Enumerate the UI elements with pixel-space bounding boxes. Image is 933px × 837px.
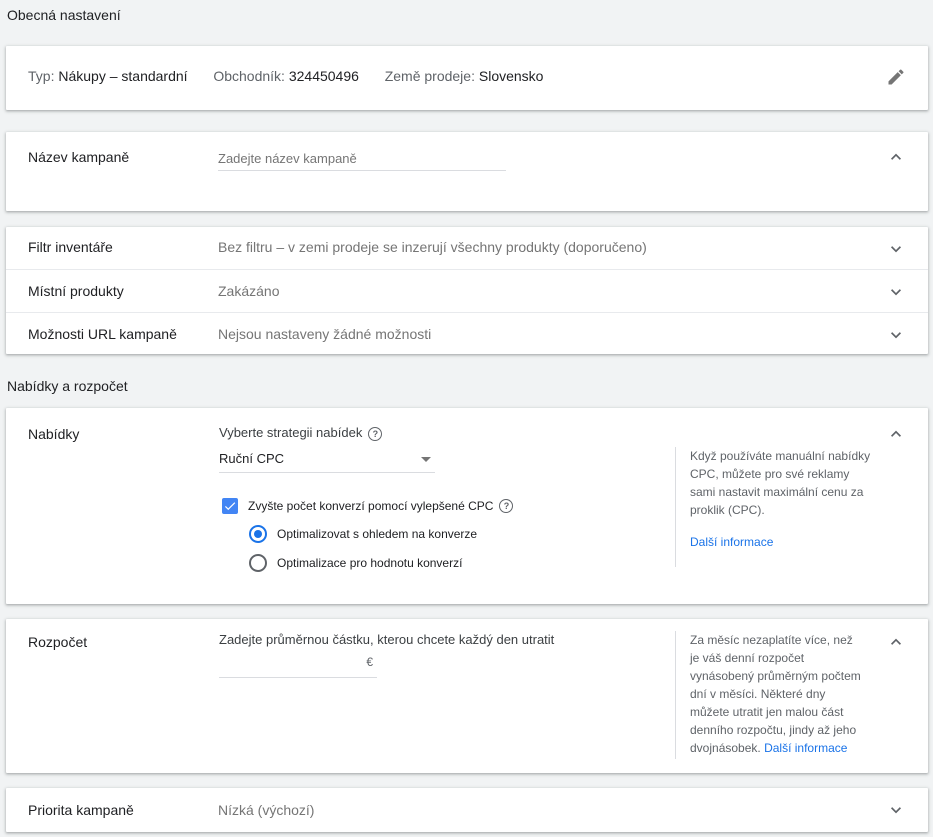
priority-label: Priorita kampaně	[28, 802, 134, 818]
bid-strategy-value: Ruční CPC	[219, 451, 285, 466]
budget-card: Rozpočet Zadejte průměrnou částku, ktero…	[6, 619, 928, 773]
collapse-chevron-up-icon[interactable]	[886, 147, 906, 167]
campaign-name-label: Název kampaně	[28, 149, 130, 165]
priority-card[interactable]: Priorita kampaně Nízká (výchozí)	[6, 788, 928, 832]
settings-rows-card: Filtr inventáře Bez filtru – v zemi prod…	[6, 227, 928, 354]
radio-button-selected[interactable]	[249, 525, 267, 543]
settings-row-local-products[interactable]: Místní produkty Zakázáno	[6, 270, 928, 312]
collapse-chevron-up-icon[interactable]	[886, 424, 906, 444]
bids-label: Nabídky	[28, 426, 80, 442]
bid-strategy-select[interactable]: Ruční CPC	[219, 448, 435, 473]
radio-label: Optimalizovat s ohledem na konverze	[277, 527, 478, 541]
strategy-prompt-text: Vyberte strategii nabídek	[219, 425, 363, 440]
settings-row-url-options[interactable]: Možnosti URL kampaně Nejsou nastaveny žá…	[6, 313, 928, 354]
budget-label: Rozpočet	[28, 634, 88, 650]
expand-chevron-down-icon[interactable]	[886, 282, 906, 302]
bids-card: Nabídky Vyberte strategii nabídek? Ruční…	[6, 408, 928, 604]
budget-prompt: Zadejte průměrnou částku, kterou chcete …	[219, 632, 555, 647]
campaign-name-input[interactable]	[218, 146, 506, 171]
settings-row-label: Místní produkty	[28, 283, 124, 299]
enhanced-cpc-label: Zvyšte počet konverzí pomocí vylepšené C…	[248, 499, 494, 513]
general-info-line: Typ: Nákupy – standardní Obchodník: 3244…	[28, 68, 543, 84]
checkmark-icon	[224, 502, 236, 511]
settings-row-value: Bez filtru – v zemi prodeje se inzerují …	[218, 239, 647, 255]
enhanced-cpc-option[interactable]: Zvyšte počet konverzí pomocí vylepšené C…	[222, 498, 514, 514]
type-value: Nákupy – standardní	[58, 68, 188, 84]
settings-row-value: Nejsou nastaveny žádné možnosti	[218, 326, 432, 342]
radio-button-unselected[interactable]	[249, 554, 267, 572]
expand-chevron-down-icon[interactable]	[886, 325, 906, 345]
radio-option-conversion-value[interactable]: Optimalizace pro hodnotu konverzí	[249, 554, 462, 572]
settings-row-value: Zakázáno	[218, 283, 280, 299]
budget-side-note: Za měsíc nezaplatíte více, než je váš de…	[675, 631, 862, 759]
priority-value: Nízká (výchozí)	[218, 802, 315, 818]
expand-chevron-down-icon[interactable]	[886, 800, 906, 820]
budget-input[interactable]: €	[219, 653, 377, 678]
dropdown-arrow-icon	[421, 457, 431, 462]
radio-option-conversions[interactable]: Optimalizovat s ohledem na konverze	[249, 525, 477, 543]
section-title-general: Obecná nastavení	[7, 7, 121, 23]
collapse-chevron-up-icon[interactable]	[886, 632, 906, 652]
expand-chevron-down-icon[interactable]	[886, 239, 906, 259]
bids-side-note-text: Když používáte manuální nabídky CPC, můž…	[690, 449, 871, 517]
radio-label: Optimalizace pro hodnotu konverzí	[277, 556, 463, 570]
merchant-label: Obchodník:	[213, 68, 285, 84]
country-value: Slovensko	[478, 68, 544, 84]
learn-more-link[interactable]: Další informace	[764, 741, 847, 755]
settings-row-label: Filtr inventáře	[28, 239, 113, 255]
settings-row-label: Možnosti URL kampaně	[28, 326, 177, 342]
general-info-card: Typ: Nákupy – standardní Obchodník: 3244…	[6, 46, 928, 110]
help-icon[interactable]: ?	[499, 499, 514, 513]
section-title-bids-budget: Nabídky a rozpočet	[7, 378, 128, 394]
campaign-name-card: Název kampaně	[6, 132, 928, 211]
budget-side-note-text: Za měsíc nezaplatíte více, než je váš de…	[690, 633, 861, 755]
help-icon[interactable]: ?	[368, 426, 383, 441]
bids-side-note: Když používáte manuální nabídky CPC, můž…	[675, 447, 876, 567]
merchant-value: 324450496	[288, 68, 359, 84]
type-label: Typ:	[28, 68, 55, 84]
currency-symbol: €	[366, 655, 373, 669]
country-label: Země prodeje:	[384, 68, 475, 84]
settings-row-inventory-filter[interactable]: Filtr inventáře Bez filtru – v zemi prod…	[6, 227, 928, 269]
edit-icon[interactable]	[886, 67, 906, 87]
enhanced-cpc-checkbox[interactable]	[222, 498, 238, 514]
strategy-prompt: Vyberte strategii nabídek?	[219, 425, 383, 441]
learn-more-link[interactable]: Další informace	[690, 535, 773, 549]
